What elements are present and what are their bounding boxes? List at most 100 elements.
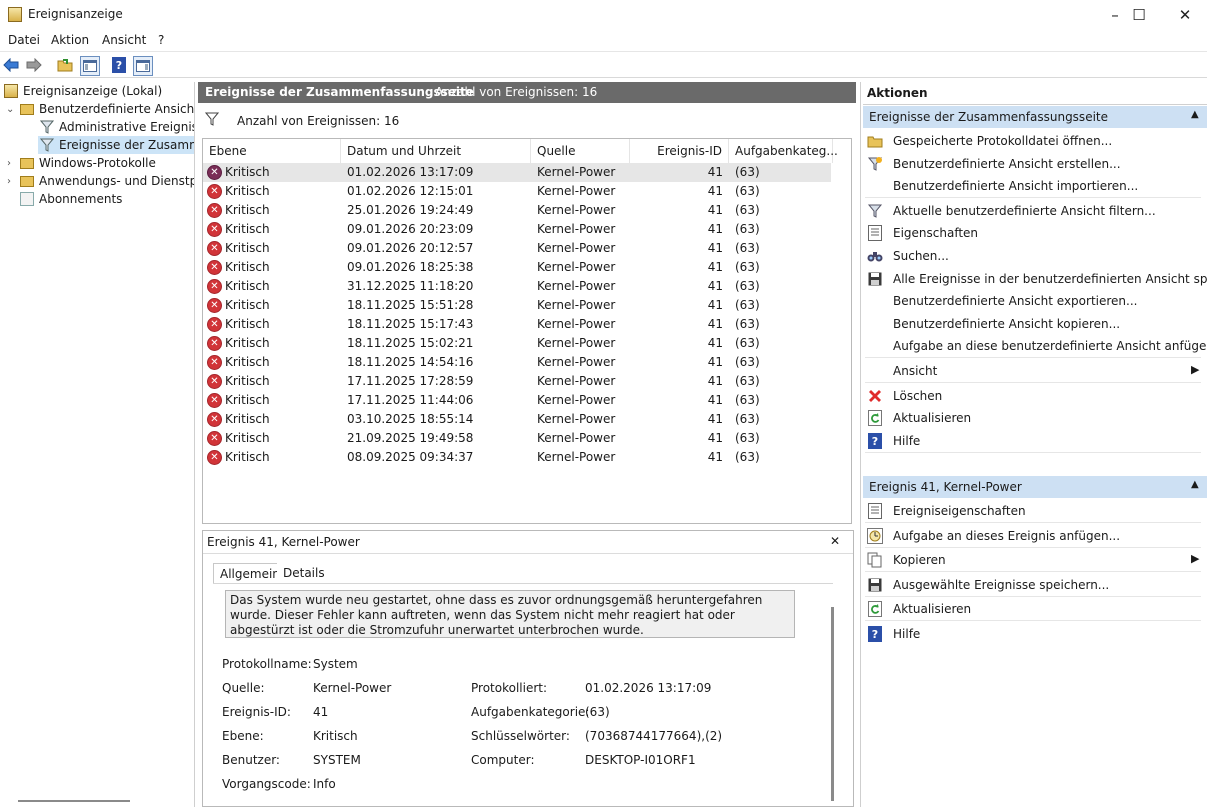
action-item[interactable]: Aktualisieren [861, 407, 1205, 429]
table-row[interactable]: ✕ Kritisch 18.11.2025 14:54:16 Kernel-Power… [203, 353, 831, 372]
table-row[interactable]: ✕ Kritisch 18.11.2025 15:02:21 Kernel-Power… [203, 334, 831, 353]
forward-arrow-icon[interactable] [25, 56, 43, 74]
opcode-label: Vorgangscode: [222, 777, 311, 791]
event-id-value: 41 [313, 705, 329, 719]
action-separator [865, 451, 1201, 453]
maximize-button[interactable]: ☐ [1116, 0, 1162, 30]
tree-windows-logs[interactable]: Windows-Protokolle [20, 154, 156, 172]
action-item[interactable]: Ausgewählte Ereignisse speichern... [861, 574, 1205, 596]
action-item[interactable]: Benutzerdefinierte Ansicht importieren..… [861, 175, 1205, 197]
action-item[interactable]: Benutzerdefinierte Ansicht exportieren..… [861, 290, 1205, 312]
binoculars-icon [867, 248, 883, 264]
col-datetime[interactable]: Datum und Uhrzeit [341, 139, 531, 163]
table-row[interactable]: ✕ Kritisch 09.01.2026 20:12:57 Kernel-Power… [203, 239, 831, 258]
tree-custom-views[interactable]: Benutzerdefinierte Ansichten [20, 100, 194, 118]
save-icon [867, 577, 883, 593]
action-item-label: Kopieren [893, 553, 946, 568]
folder-icon [20, 157, 34, 169]
row-task-category: (63) [735, 279, 760, 293]
tree-root-local[interactable]: Ereignisanzeige (Lokal) [4, 82, 162, 100]
row-level: Kritisch [225, 184, 270, 198]
submenu-arrow-icon: ▶ [1191, 552, 1200, 566]
detail-close-icon[interactable]: ✕ [830, 534, 840, 548]
tree-subscriptions-label: Abonnements [39, 192, 123, 206]
table-row[interactable]: ✕ Kritisch 17.11.2025 11:44:06 Kernel-Power… [203, 391, 831, 410]
table-row[interactable]: ✕ Kritisch 03.10.2025 18:55:14 Kernel-Power… [203, 410, 831, 429]
task-category-value: (63) [585, 705, 610, 719]
action-item[interactable]: Aktuelle benutzerdefinierte Ansicht filt… [861, 200, 1205, 222]
row-datetime: 18.11.2025 14:54:16 [347, 355, 474, 369]
action-item[interactable]: Kopieren ▶ [861, 549, 1205, 571]
col-task-category[interactable]: Aufgabenkateg... [729, 139, 838, 163]
back-arrow-icon[interactable] [2, 56, 20, 74]
table-row[interactable]: ✕ Kritisch 21.09.2025 19:49:58 Kernel-Power… [203, 429, 831, 448]
action-item[interactable]: Eigenschaften [861, 222, 1205, 244]
menu-help[interactable]: ? [158, 33, 164, 47]
action-item[interactable]: ? Hilfe [861, 430, 1205, 452]
tree-subscriptions[interactable]: Abonnements [20, 190, 122, 208]
row-datetime: 09.01.2026 18:25:38 [347, 260, 474, 274]
menu-action[interactable]: Aktion [51, 33, 89, 47]
table-row[interactable]: ✕ Kritisch 17.11.2025 17:28:59 Kernel-Power… [203, 372, 831, 391]
table-row[interactable]: ✕ Kritisch 08.09.2025 09:34:37 Kernel-Power… [203, 448, 831, 467]
row-event-id: 41 [707, 279, 723, 293]
row-level: Kritisch [225, 298, 270, 312]
table-row[interactable]: ✕ Kritisch 01.02.2026 12:15:01 Kernel-Power… [203, 182, 831, 201]
section-event-header[interactable]: Ereignis 41, Kernel-Power ▲ [863, 476, 1207, 498]
save-icon [867, 271, 883, 287]
action-item[interactable]: Ereigniseigenschaften [861, 500, 1205, 522]
action-item[interactable]: Benutzerdefinierte Ansicht kopieren... [861, 313, 1205, 335]
open-folder-icon[interactable] [56, 56, 74, 74]
table-row[interactable]: ✕ Kritisch 09.01.2026 18:25:38 Kernel-Power… [203, 258, 831, 277]
action-item[interactable]: Benutzerdefinierte Ansicht erstellen... [861, 153, 1205, 175]
tab-general[interactable]: Allgemein [213, 563, 287, 584]
task-icon [867, 527, 883, 544]
row-task-category: (63) [735, 355, 760, 369]
table-row[interactable]: ✕ Kritisch 18.11.2025 15:17:43 Kernel-Power… [203, 315, 831, 334]
table-row[interactable]: ✕ Kritisch 31.12.2025 11:18:20 Kernel-Power… [203, 277, 831, 296]
show-hide-action-pane-icon[interactable] [133, 56, 153, 76]
close-button[interactable]: ✕ [1162, 0, 1207, 30]
show-hide-console-tree-icon[interactable] [80, 56, 100, 76]
tab-details[interactable]: Details [277, 563, 331, 583]
tree-summary-events[interactable]: Ereignisse der Zusammenfassungsseite [38, 136, 194, 154]
action-item[interactable]: Aufgabe an dieses Ereignis anfügen... [861, 525, 1205, 547]
table-row[interactable]: ✕ Kritisch 01.02.2026 13:17:09 Kernel-Power… [203, 163, 831, 182]
user-label: Benutzer: [222, 753, 280, 767]
tree-app-logs[interactable]: Anwendungs- und Dienstprotokolle [20, 172, 194, 190]
action-item[interactable]: Aufgabe an diese benutzerdefinierte Ansi… [861, 335, 1207, 357]
chevron-right-icon[interactable]: › [7, 158, 11, 169]
table-row[interactable]: ✕ Kritisch 09.01.2026 20:23:09 Kernel-Power… [203, 220, 831, 239]
table-row[interactable]: ✕ Kritisch 25.01.2026 19:24:49 Kernel-Power… [203, 201, 831, 220]
help-icon[interactable]: ? [110, 56, 128, 74]
section-summary-events-header[interactable]: Ereignisse der Zusammenfassungsseite ▲ [863, 106, 1207, 128]
action-item[interactable]: Suchen... [861, 245, 1205, 267]
row-source: Kernel-Power [537, 355, 616, 369]
folder-icon [867, 133, 883, 149]
col-level[interactable]: Ebene [203, 139, 341, 163]
action-item[interactable]: Gespeicherte Protokolldatei öffnen... [861, 130, 1205, 152]
table-row[interactable]: ✕ Kritisch 18.11.2025 15:51:28 Kernel-Power… [203, 296, 831, 315]
menu-file[interactable]: Datei [8, 33, 40, 47]
col-event-id[interactable]: Ereignis-ID [630, 139, 729, 163]
help-icon: ? [867, 432, 883, 449]
actions-pane: Aktionen Ereignisse der Zusammenfassungs… [860, 82, 1207, 807]
chevron-down-icon[interactable]: ⌄ [6, 104, 14, 115]
action-item-label: Benutzerdefinierte Ansicht importieren..… [893, 179, 1139, 194]
chevron-right-icon[interactable]: › [7, 176, 11, 187]
detail-vertical-scrollbar[interactable] [831, 607, 834, 801]
critical-error-icon: ✕ [207, 374, 222, 389]
action-item[interactable]: Alle Ereignisse in der benutzerdefiniert… [861, 268, 1207, 290]
action-item[interactable]: Aktualisieren [861, 598, 1205, 620]
collapse-up-icon[interactable]: ▲ [1191, 479, 1199, 490]
col-source[interactable]: Quelle [531, 139, 630, 163]
row-task-category: (63) [735, 450, 760, 464]
folder-icon [20, 175, 34, 187]
tree-admin-events[interactable]: Administrative Ereignisse [39, 118, 194, 136]
menu-view[interactable]: Ansicht [102, 33, 146, 47]
action-item[interactable]: Ansicht ▶ [861, 360, 1205, 382]
tree-horizontal-scrollbar[interactable] [18, 800, 130, 802]
collapse-up-icon[interactable]: ▲ [1191, 109, 1199, 120]
action-item[interactable]: Löschen [861, 385, 1205, 407]
action-item[interactable]: ? Hilfe [861, 623, 1205, 645]
